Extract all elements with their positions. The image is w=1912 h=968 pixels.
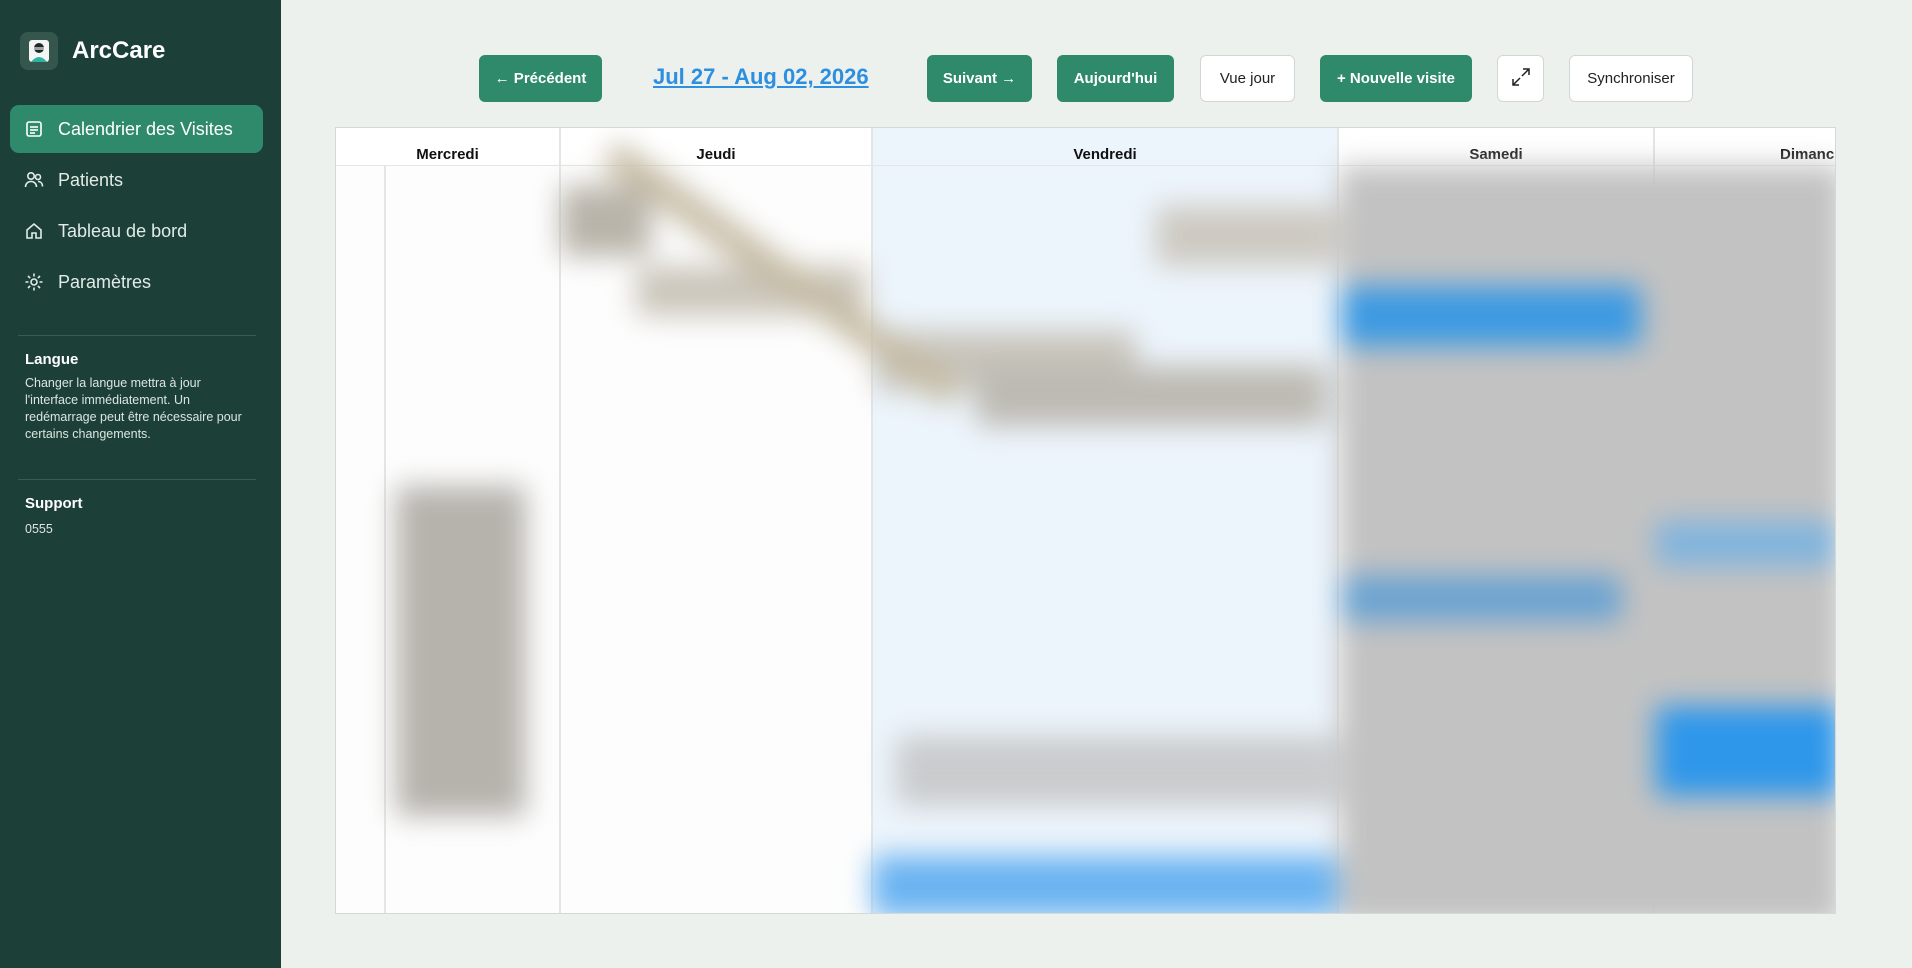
sidebar-item-settings[interactable]: Paramètres xyxy=(10,258,263,306)
support-title: Support xyxy=(25,495,83,512)
sidebar-item-label: Patients xyxy=(58,169,124,190)
sidebar-divider xyxy=(18,479,256,480)
event-block[interactable] xyxy=(873,856,1337,913)
calendar-icon xyxy=(24,119,44,139)
language-description: Changer la langue mettra à jour l'interf… xyxy=(25,376,242,441)
day-header-sunday: Dimanche xyxy=(1655,128,1835,166)
sidebar-nav: Calendrier des Visites Patients Tableau … xyxy=(10,105,263,309)
users-icon xyxy=(24,170,44,190)
gear-icon xyxy=(24,272,44,292)
previous-button[interactable]: ← Précédent xyxy=(479,55,602,102)
event-block[interactable] xyxy=(1341,286,1641,346)
app-name: ArcCare xyxy=(72,37,166,64)
sidebar-item-label: Tableau de bord xyxy=(58,220,188,241)
day-header-saturday: Samedi xyxy=(1339,128,1653,166)
brand[interactable]: ArcCare xyxy=(20,32,165,70)
sidebar-item-patients[interactable]: Patients xyxy=(10,156,263,204)
day-header-wednesday: Mercredi xyxy=(336,128,559,166)
today-button[interactable]: Aujourd'hui xyxy=(1057,55,1174,102)
language-title: Langue xyxy=(25,351,79,368)
logo-icon xyxy=(20,32,58,70)
day-header-friday: Vendredi xyxy=(873,128,1337,166)
event-block[interactable] xyxy=(896,736,1336,806)
sidebar-item-label: Calendrier des Visites xyxy=(58,118,233,139)
week-calendar: Mercredi Jeudi Vendredi Samedi Dimanche xyxy=(335,127,1836,914)
sidebar-item-calendar[interactable]: Calendrier des Visites xyxy=(10,105,263,153)
date-range-link[interactable]: Jul 27 - Aug 02, 2026 xyxy=(653,64,869,90)
sidebar-item-label: Paramètres xyxy=(58,271,152,292)
expand-button[interactable] xyxy=(1497,55,1544,102)
event-block[interactable] xyxy=(1656,521,1835,566)
event-block[interactable] xyxy=(1156,206,1336,266)
new-visit-button[interactable]: + Nouvelle visite xyxy=(1320,55,1472,102)
event-block[interactable] xyxy=(1656,706,1835,796)
sidebar-divider xyxy=(18,335,256,336)
support-phone: 0555 xyxy=(25,522,53,536)
sidebar-item-dashboard[interactable]: Tableau de bord xyxy=(10,207,263,255)
expand-icon xyxy=(1511,67,1531,91)
event-block[interactable] xyxy=(976,366,1326,426)
day-view-button[interactable]: Vue jour xyxy=(1200,55,1295,102)
sidebar: ArcCare Calendrier des Visites Patients … xyxy=(0,0,281,968)
event-block[interactable] xyxy=(1341,576,1621,621)
home-icon xyxy=(24,221,44,241)
obscured-events-area xyxy=(336,141,1835,913)
next-button[interactable]: Suivant → xyxy=(927,55,1032,102)
sync-button[interactable]: Synchroniser xyxy=(1569,55,1693,102)
